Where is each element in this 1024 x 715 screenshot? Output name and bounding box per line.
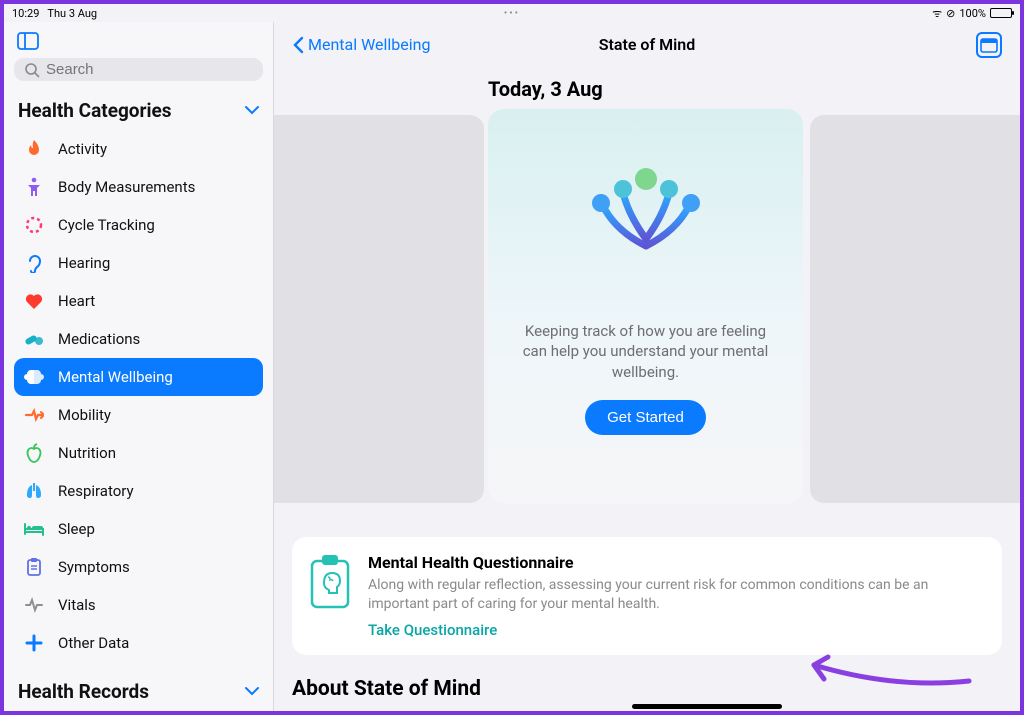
sidebar-item-mobility[interactable]: Mobility <box>14 396 263 434</box>
questionnaire-desc: Along with regular reflection, assessing… <box>368 576 982 614</box>
search-field[interactable] <box>14 58 263 81</box>
sidebar-item-respiratory[interactable]: Respiratory <box>14 472 263 510</box>
sidebar-item-activity[interactable]: Activity <box>14 130 263 168</box>
sidebar-toggle-button[interactable] <box>16 32 40 50</box>
clipboard-icon <box>22 555 46 579</box>
wellbeing-illustration-icon <box>571 151 721 301</box>
cycle-icon <box>22 213 46 237</box>
sidebar-item-label: Medications <box>58 330 140 348</box>
sidebar-item-label: Hearing <box>58 254 110 272</box>
content-area: Mental Wellbeing State of Mind Today, 3 … <box>274 22 1020 711</box>
section-title: Health Categories <box>18 99 172 122</box>
lungs-icon <box>22 479 46 503</box>
sidebar-item-heart[interactable]: Heart <box>14 282 263 320</box>
bed-icon <box>22 517 46 541</box>
sidebar-item-sleep[interactable]: Sleep <box>14 510 263 548</box>
body-icon <box>22 175 46 199</box>
sidebar-item-label: Vitals <box>58 596 96 614</box>
sidebar-item-cycle-tracking[interactable]: Cycle Tracking <box>14 206 263 244</box>
get-started-button[interactable]: Get Started <box>585 400 706 435</box>
sidebar-item-nutrition[interactable]: Nutrition <box>14 434 263 472</box>
sidebar-item-label: Other Data <box>58 634 129 652</box>
sidebar-item-body-measurements[interactable]: Body Measurements <box>14 168 263 206</box>
status-date: Thu 3 Aug <box>47 7 97 20</box>
clipboard-brain-icon <box>306 553 354 611</box>
heart-icon <box>22 289 46 313</box>
home-indicator[interactable] <box>632 704 782 709</box>
status-bar: 10:29 Thu 3 Aug ••• ᯤ ⊘ 100% <box>4 4 1020 22</box>
sidebar-item-mental-wellbeing[interactable]: Mental Wellbeing <box>14 358 263 396</box>
sidebar-icon <box>17 32 39 50</box>
take-questionnaire-link[interactable]: Take Questionnaire <box>368 621 497 639</box>
section-title: Health Records <box>18 680 149 703</box>
sidebar-item-label: Cycle Tracking <box>58 216 155 234</box>
flame-icon <box>22 137 46 161</box>
sidebar-item-label: Respiratory <box>58 482 134 500</box>
plus-icon <box>22 631 46 655</box>
search-icon <box>24 62 40 78</box>
chevron-down-icon <box>245 103 259 119</box>
search-input[interactable] <box>46 61 253 78</box>
next-card[interactable] <box>810 115 1020 503</box>
sidebar-item-label: Activity <box>58 140 107 158</box>
chevron-down-icon <box>245 684 259 700</box>
sidebar-item-other-data[interactable]: Other Data <box>14 624 263 662</box>
mobility-icon <box>22 403 46 427</box>
questionnaire-card: Mental Health Questionnaire Along with r… <box>292 537 1002 655</box>
sidebar-item-vitals[interactable]: Vitals <box>14 586 263 624</box>
sidebar-item-label: Heart <box>58 292 95 310</box>
state-of-mind-carousel[interactable]: Keeping track of how you are feeling can… <box>274 109 1020 509</box>
pills-icon <box>22 327 46 351</box>
sidebar-item-symptoms[interactable]: Symptoms <box>14 548 263 586</box>
sidebar-item-hearing[interactable]: Hearing <box>14 244 263 282</box>
battery-icon <box>990 8 1012 18</box>
status-time: 10:29 <box>12 7 39 20</box>
prev-card[interactable] <box>274 115 484 503</box>
battery-pct: 100% <box>959 7 986 20</box>
date-header: Today, 3 Aug <box>488 77 1020 101</box>
multitask-dots[interactable]: ••• <box>345 8 678 19</box>
sidebar-item-label: Mobility <box>58 406 111 424</box>
sidebar-item-label: Symptoms <box>58 558 130 576</box>
vitals-icon <box>22 593 46 617</box>
health-categories-header[interactable]: Health Categories <box>14 95 263 130</box>
sidebar: Health Categories Activity Body Measureme… <box>4 22 274 711</box>
sidebar-item-label: Body Measurements <box>58 178 195 196</box>
sidebar-item-medications[interactable]: Medications <box>14 320 263 358</box>
sidebar-item-label: Mental Wellbeing <box>58 368 173 386</box>
nav-title: State of Mind <box>274 35 1020 54</box>
orientation-lock-icon: ⊘ <box>946 7 955 20</box>
sidebar-item-label: Sleep <box>58 520 95 538</box>
state-of-mind-card: Keeping track of how you are feeling can… <box>488 109 803 504</box>
card-description: Keeping track of how you are feeling can… <box>514 321 777 382</box>
wifi-icon: ᯤ <box>932 6 942 21</box>
about-header: About State of Mind <box>292 677 1020 701</box>
health-records-header[interactable]: Health Records <box>14 676 263 711</box>
nav-bar: Mental Wellbeing State of Mind <box>274 22 1020 67</box>
apple-icon <box>22 441 46 465</box>
sidebar-item-label: Nutrition <box>58 444 116 462</box>
brain-icon <box>22 365 46 389</box>
questionnaire-title: Mental Health Questionnaire <box>368 553 982 572</box>
ear-icon <box>22 251 46 275</box>
